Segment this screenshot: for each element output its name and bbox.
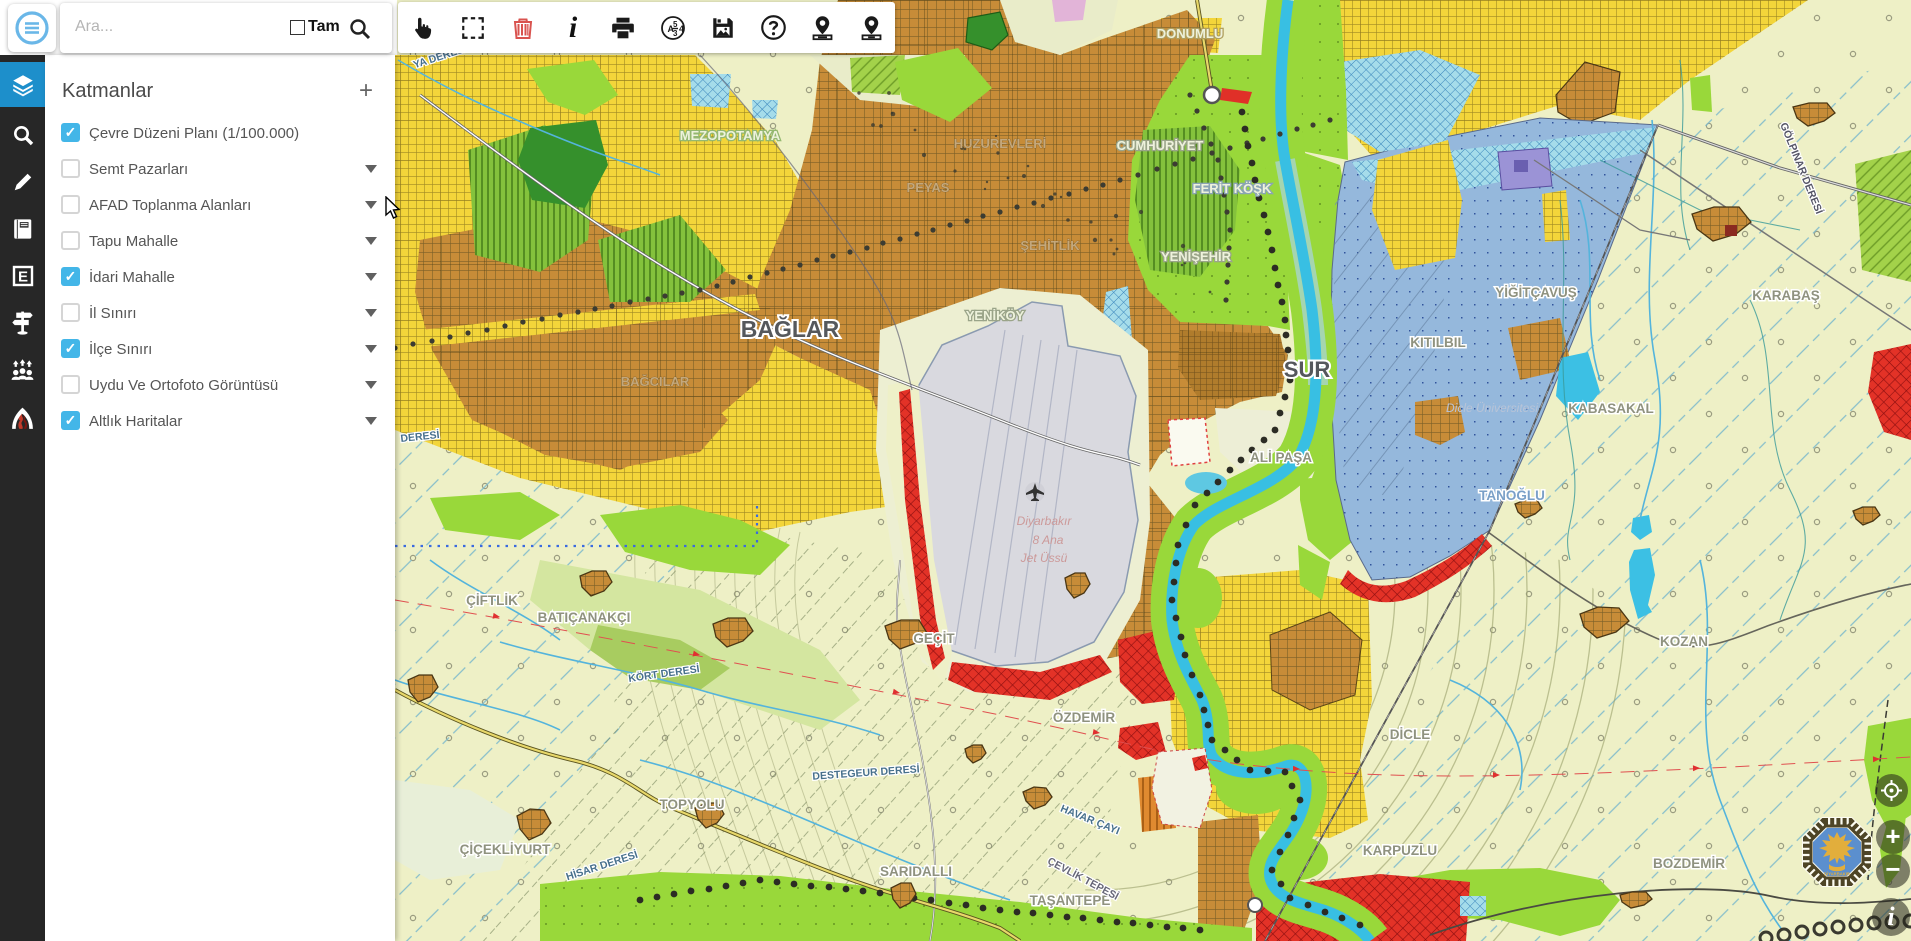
svg-text:Jet Üssü: Jet Üssü [1020,551,1068,565]
svg-text:SUR: SUR [1284,357,1331,382]
svg-text:YENİKÖY: YENİKÖY [966,308,1025,323]
svg-text:E: E [17,268,27,285]
svg-text:4: 4 [679,24,684,34]
svg-text:KARABAŞ: KARABAŞ [1752,288,1820,303]
svg-text:FERİT KÖŞK: FERİT KÖŞK [1193,181,1272,196]
svg-text:KARPUZLU: KARPUZLU [1363,843,1437,858]
svg-text:ALİ PAŞA: ALİ PAŞA [1250,450,1312,465]
svg-text:ÇİFTLİK: ÇİFTLİK [466,593,518,608]
svg-text:YENİŞEHİR: YENİŞEHİR [1161,249,1232,264]
svg-text:TOPYOLU: TOPYOLU [659,797,724,812]
svg-text:KOZAN: KOZAN [1660,634,1708,649]
svg-text:SARIDALLI: SARIDALLI [880,864,952,879]
svg-text:TANOĞLU: TANOĞLU [1479,488,1545,503]
svg-text:5: 5 [673,20,678,29]
svg-text:3: 3 [673,29,678,38]
svg-text:CUMHURİYET: CUMHURİYET [1117,138,1204,153]
svg-text:BOZDEMİR: BOZDEMİR [1653,856,1725,871]
svg-text:PEYAS: PEYAS [907,180,950,195]
svg-text:MEZOPOTAMYA: MEZOPOTAMYA [680,128,781,143]
svg-text:ÇİÇEKLİYURT: ÇİÇEKLİYURT [460,842,552,857]
svg-text:KITILBIL: KITILBIL [1410,335,1466,350]
svg-text:BAĞLAR: BAĞLAR [741,315,840,342]
svg-text:ÖZDEMİR: ÖZDEMİR [1053,710,1115,725]
svg-text:HUZUREVLERİ: HUZUREVLERİ [954,136,1046,151]
svg-text:ŞEHİTLİK: ŞEHİTLİK [1020,238,1080,253]
svg-text:TAŞANTEPE: TAŞANTEPE [1030,893,1111,908]
svg-text:DİCLE: DİCLE [1390,727,1431,742]
svg-text:Dicle Üniversitesi: Dicle Üniversitesi [1446,401,1538,415]
svg-text:8 Ana: 8 Ana [1033,533,1064,547]
svg-text:Diyarbakır: Diyarbakır [1017,514,1073,528]
svg-text:BATIÇANAKÇI: BATIÇANAKÇI [538,610,631,625]
svg-text:DİYARBAKIR: DİYARBAKIR [1824,872,1850,877]
svg-text:GEÇİT: GEÇİT [913,631,955,646]
svg-text:KABASAKAL: KABASAKAL [1568,401,1654,416]
svg-text:BAĞCILAR: BAĞCILAR [621,374,690,389]
svg-text:DONUMLU: DONUMLU [1157,26,1223,41]
svg-text:YİĞİTÇAVUŞ: YİĞİTÇAVUŞ [1495,285,1577,300]
